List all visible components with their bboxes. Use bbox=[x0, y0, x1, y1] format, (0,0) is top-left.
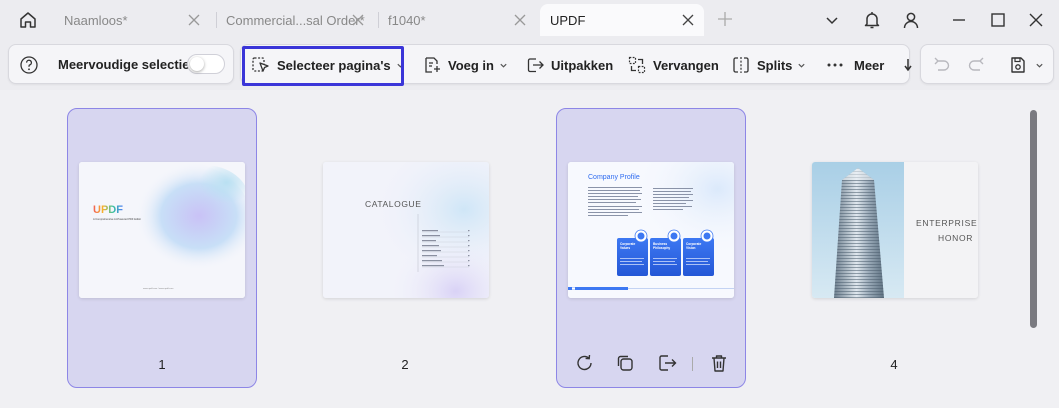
page-1-preview bbox=[79, 162, 245, 298]
catalogue-title: CATALOGUE bbox=[365, 199, 422, 209]
split-button[interactable]: Splits bbox=[731, 45, 806, 85]
copy-icon[interactable] bbox=[614, 352, 636, 374]
more-icon bbox=[827, 63, 843, 67]
close-icon[interactable] bbox=[350, 12, 366, 28]
tab-label: UPDF bbox=[550, 12, 586, 28]
extract-page-icon[interactable] bbox=[656, 352, 678, 374]
insert-page-icon bbox=[425, 57, 440, 73]
replace-label: Vervangen bbox=[653, 57, 719, 73]
multi-select-label: Meervoudige selectie bbox=[58, 57, 190, 72]
tab-bar: Naamloos* Commercial...sal Order* f1040*… bbox=[0, 0, 1059, 40]
toggle-knob bbox=[190, 57, 204, 71]
tab-f1040[interactable]: f1040* bbox=[380, 4, 536, 36]
chevron-down-icon bbox=[798, 63, 806, 68]
page-thumbnail-1[interactable]: UPDF A Comprehensive AI-Powered PDF Edit… bbox=[79, 162, 245, 298]
undo-icon[interactable] bbox=[933, 57, 951, 73]
tab-naamloos[interactable]: Naamloos* bbox=[56, 4, 210, 36]
enterprise-title: ENTERPRISE bbox=[916, 218, 978, 228]
tab-label: f1040* bbox=[388, 12, 426, 28]
tab-label: Naamloos* bbox=[64, 12, 128, 28]
insert-button[interactable]: Voeg in bbox=[422, 45, 508, 85]
home-icon bbox=[20, 12, 36, 28]
help-icon[interactable] bbox=[19, 55, 39, 75]
rotate-icon[interactable] bbox=[574, 352, 596, 374]
replace-button[interactable]: Vervangen bbox=[627, 45, 719, 85]
toolbar: Meervoudige selectie Selecteer pagina's … bbox=[0, 40, 1059, 90]
page-2-preview bbox=[323, 162, 489, 298]
page-number-4: 4 bbox=[890, 357, 898, 372]
updf-logo-text: UPDF bbox=[93, 204, 123, 216]
multi-select-group: Meervoudige selectie bbox=[8, 44, 234, 84]
card-business-philosophy: Business Philosophy bbox=[653, 242, 671, 250]
home-button[interactable] bbox=[14, 8, 42, 32]
extract-button[interactable]: Uitpakken bbox=[525, 45, 613, 85]
tab-updf[interactable]: UPDF bbox=[540, 4, 704, 36]
insert-label: Voeg in bbox=[448, 57, 494, 73]
close-icon[interactable] bbox=[186, 12, 202, 28]
tab-divider bbox=[378, 12, 379, 28]
page-thumbnail-3[interactable]: Company Profile Corporate Values Busines… bbox=[568, 162, 734, 298]
maximize-icon[interactable] bbox=[988, 10, 1008, 30]
close-icon[interactable] bbox=[680, 12, 696, 28]
select-pages-icon bbox=[252, 57, 269, 72]
chevron-down-icon bbox=[397, 63, 404, 68]
page-thumbnail-2[interactable]: CATALOGUE bbox=[323, 162, 489, 298]
select-pages-label: Selecteer pagina's bbox=[277, 57, 391, 73]
page-number-1: 1 bbox=[158, 357, 166, 372]
select-pages-button[interactable]: Selecteer pagina's bbox=[251, 45, 405, 85]
page-1-footer: www.updf.com / www.updf.com bbox=[143, 288, 174, 290]
save-icon[interactable] bbox=[1009, 55, 1027, 75]
card-corporate-values: Corporate Values bbox=[620, 242, 636, 250]
page-number-2: 2 bbox=[401, 357, 409, 372]
close-window-icon[interactable] bbox=[1026, 10, 1046, 30]
multi-select-toggle[interactable] bbox=[187, 54, 225, 74]
tab-divider bbox=[216, 12, 217, 28]
add-tab-icon[interactable] bbox=[716, 10, 734, 28]
redo-icon[interactable] bbox=[967, 57, 985, 73]
history-group bbox=[920, 44, 1054, 84]
chevron-down-icon[interactable] bbox=[1035, 61, 1044, 70]
chevron-down-icon[interactable] bbox=[822, 10, 842, 30]
page-tools-group: Selecteer pagina's Voeg in Uitpakken Ver… bbox=[240, 44, 913, 85]
tab-commercial-order[interactable]: Commercial...sal Order* bbox=[218, 4, 374, 36]
honor-title: HONOR bbox=[938, 233, 974, 243]
split-icon bbox=[733, 57, 749, 73]
page-3-preview bbox=[568, 162, 734, 298]
user-icon[interactable] bbox=[901, 10, 921, 30]
action-divider bbox=[692, 357, 693, 371]
split-label: Splits bbox=[757, 57, 793, 73]
page-thumbnail-4[interactable]: ENTERPRISE HONOR bbox=[812, 162, 978, 298]
page-3-actions bbox=[572, 352, 732, 376]
trash-icon[interactable] bbox=[708, 352, 730, 374]
card-corporate-vision: Corporate Vision bbox=[686, 242, 702, 250]
extract-icon bbox=[527, 58, 544, 73]
chevron-down-icon bbox=[500, 63, 507, 68]
company-profile-title: Company Profile bbox=[588, 174, 640, 181]
extract-label: Uitpakken bbox=[551, 57, 614, 73]
tab-label: Commercial...sal Order* bbox=[226, 12, 365, 28]
page-1-subtitle: A Comprehensive AI-Powered PDF Editor bbox=[93, 218, 142, 221]
close-icon[interactable] bbox=[512, 12, 528, 28]
scrollbar-thumb[interactable] bbox=[1030, 110, 1037, 328]
more-label: Meer bbox=[854, 57, 885, 73]
more-button[interactable]: Meer bbox=[825, 45, 884, 85]
bell-icon[interactable] bbox=[862, 10, 882, 30]
page-4-preview bbox=[812, 162, 978, 298]
minimize-icon[interactable] bbox=[949, 10, 969, 30]
replace-icon bbox=[628, 56, 646, 74]
arrow-down-icon[interactable] bbox=[903, 57, 913, 73]
